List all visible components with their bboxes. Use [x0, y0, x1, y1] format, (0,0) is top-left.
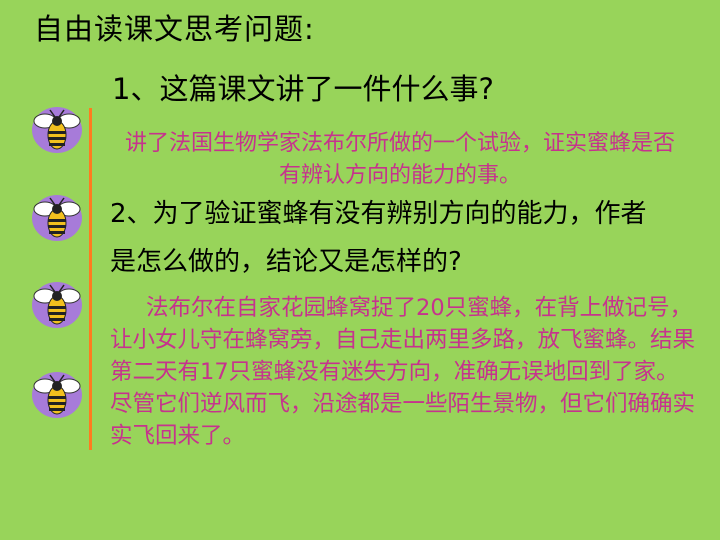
bee-icon [32, 107, 82, 153]
accent-divider-line [89, 108, 92, 450]
bee-icon [32, 195, 82, 241]
answer-1: 讲了法国生物学家法布尔所做的一个试验，证实蜜蜂是否有辨认方向的能力的事。 [124, 131, 675, 188]
slide: 自由读课文思考问题: 1、这篇课文讲了一件什么事? 讲了法国生物学家法布尔所做的… [0, 0, 720, 540]
question-1: 1、这篇课文讲了一件什么事? [112, 72, 494, 106]
slide-title: 自由读课文思考问题: [34, 12, 315, 46]
bee-icon [32, 372, 82, 418]
question-2: 2、为了验证蜜蜂有没有辨别方向的能力，作者是怎么做的，结论又是怎样的? [110, 199, 647, 277]
answer-2: 法布尔在自家花园蜂窝捉了20只蜜蜂，在背上做记号，让小女儿守在蜂窝旁，自己走出两… [110, 295, 696, 449]
bee-icon [32, 282, 82, 328]
